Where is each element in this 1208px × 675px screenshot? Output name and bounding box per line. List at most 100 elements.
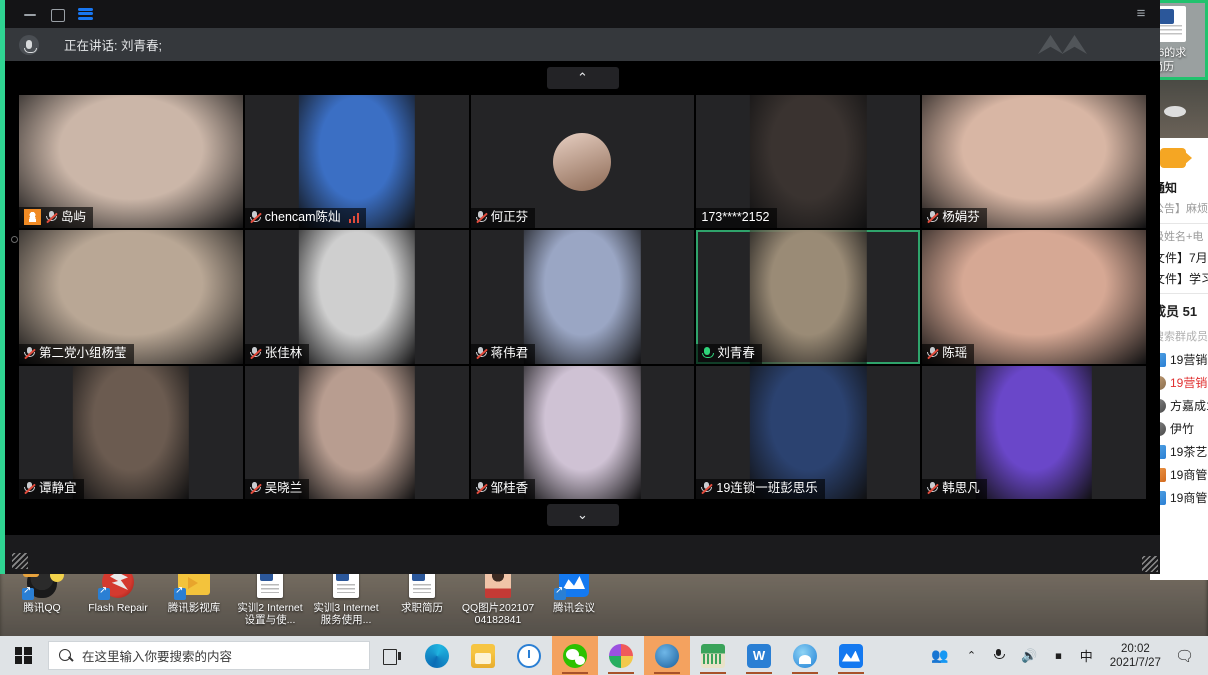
video-tile[interactable]: 第二党小组杨莹 (19, 230, 243, 363)
avatar (553, 133, 611, 191)
video-stream (299, 366, 415, 499)
video-tile[interactable]: 张佳林 (245, 230, 469, 363)
video-tile[interactable]: chencam陈灿 (245, 95, 469, 228)
taskbar-app-green-app[interactable] (690, 636, 736, 675)
mic-muted-icon (927, 482, 938, 495)
windows-logo-icon (15, 647, 32, 664)
taskbar-app-tencent-meeting[interactable] (828, 636, 874, 675)
participant-name: chencam陈灿 (265, 210, 341, 225)
mic-muted-icon (250, 347, 261, 360)
layout-stack-icon[interactable] (77, 7, 94, 22)
video-tile[interactable]: 刘青春 (696, 230, 920, 363)
video-tile[interactable]: 岛屿 (19, 95, 243, 228)
minimize-icon[interactable] (23, 7, 38, 22)
desktop-icon-label: QQ图片20210704182841 (461, 602, 535, 626)
clock[interactable]: 20:02 2021/7/27 (1102, 642, 1169, 670)
qq-member-name: 19茶艺 (1170, 443, 1207, 460)
desktop-icon-label: 实训3 Internet服务使用... (309, 602, 383, 626)
task-view-button[interactable] (370, 636, 414, 675)
video-tile[interactable]: 吴晓兰 (245, 366, 469, 499)
mic-muted-icon (476, 347, 487, 360)
video-tile[interactable]: 蒋伟君 (471, 230, 695, 363)
microphone-icon[interactable] (19, 35, 39, 55)
wifi-icon[interactable]: ⏹ (1046, 636, 1071, 675)
watermark-logo (1038, 35, 1092, 54)
volume-icon[interactable]: 🔊 (1012, 636, 1046, 675)
search-icon (59, 649, 73, 663)
left-edge-handle[interactable] (11, 236, 18, 243)
browser-app-icon (655, 644, 679, 668)
taskbar-app-clock-app[interactable] (506, 636, 552, 675)
video-tile[interactable]: 19连锁一班彭思乐 (696, 366, 920, 499)
video-stream (73, 366, 189, 499)
maximize-icon[interactable] (50, 7, 65, 22)
chevron-up-icon[interactable]: ⌃ (958, 636, 985, 675)
mic-muted-icon (250, 211, 261, 224)
taskbar-app-wechat[interactable] (552, 636, 598, 675)
video-grid: 岛屿 chencam陈灿 何正芬 173****2152 杨娟芬第二党小组杨莹 张佳林 蒋伟… (19, 95, 1146, 499)
taskbar-search-box[interactable]: 在这里输入你要搜索的内容 (48, 641, 370, 670)
microsoft-edge-icon (425, 644, 449, 668)
participant-nametag: 何正芬 (471, 208, 536, 228)
participant-name: 张佳林 (265, 346, 303, 361)
mic-muted-icon (927, 211, 938, 224)
resize-grip-bottom-left[interactable] (12, 553, 28, 569)
microphone-icon[interactable] (985, 636, 1012, 675)
participant-name: 杨娟芬 (942, 210, 980, 225)
taskbar-app-color-app[interactable] (598, 636, 644, 675)
participant-nametag: 第二党小组杨莹 (19, 344, 134, 364)
system-tray: 👥 ⌃ 🔊 ⏹ 中 20:02 2021/7/27 🗨 (922, 636, 1208, 675)
search-placeholder: 在这里输入你要搜索的内容 (82, 646, 232, 665)
signal-strength-icon (349, 213, 360, 223)
video-stream (299, 230, 415, 363)
participant-name: 何正芬 (491, 210, 529, 225)
video-stream (750, 230, 866, 363)
notifications-icon[interactable]: 🗨 (1169, 647, 1204, 665)
tencent-meeting-window: ≡ 正在讲话: 刘青春; ⌃ 岛屿chencam陈灿何正芬173****2152… (0, 0, 1160, 574)
taskbar-app-browser-app[interactable] (644, 636, 690, 675)
mic-muted-icon (250, 482, 261, 495)
video-tile[interactable]: 韩思凡 (922, 366, 1146, 499)
participant-nametag: 张佳林 (245, 344, 310, 364)
menu-icon[interactable]: ≡ (1132, 5, 1150, 23)
scroll-down-button[interactable]: ⌄ (547, 504, 619, 526)
participant-nametag: 陈瑶 (922, 344, 974, 364)
qq-member-name: 19营销 (1170, 374, 1207, 391)
desktop-icon-label: 求职简历 (401, 602, 443, 614)
video-tile[interactable]: 谭静宜 (19, 366, 243, 499)
window-controls (23, 7, 94, 22)
qq-member-name: 伊竹 (1170, 420, 1194, 437)
participant-nametag: 蒋伟君 (471, 344, 536, 364)
taskbar-app-microsoft-edge[interactable] (414, 636, 460, 675)
participant-nametag: 邹桂香 (471, 479, 536, 499)
participant-nametag: 刘青春 (696, 344, 762, 364)
video-grid-container: 岛屿 chencam陈灿 何正芬 173****2152 杨娟芬第二党小组杨莹 张佳林 蒋伟… (5, 95, 1160, 499)
video-call-icon (1160, 148, 1186, 168)
video-tile[interactable]: 陈瑶 (922, 230, 1146, 363)
video-tile[interactable]: 173****2152 (696, 95, 920, 228)
windows-taskbar: 在这里输入你要搜索的内容 W 👥 ⌃ 🔊 ⏹ 中 20:02 2021/7/27… (0, 636, 1208, 675)
file-explorer-icon (471, 644, 495, 668)
video-stream (524, 366, 640, 499)
green-app-icon (701, 644, 725, 668)
word-doc-icon (1156, 6, 1186, 42)
participant-name: 陈瑶 (942, 346, 967, 361)
participant-nametag: 吴晓兰 (245, 479, 310, 499)
video-tile[interactable]: 杨娟芬 (922, 95, 1146, 228)
participant-nametag: chencam陈灿 (245, 208, 366, 228)
people-icon[interactable]: 👥 (922, 636, 957, 675)
taskbar-app-wps-office[interactable]: W (736, 636, 782, 675)
taskbar-app-qq-browser[interactable] (782, 636, 828, 675)
taskbar-app-file-explorer[interactable] (460, 636, 506, 675)
video-tile[interactable]: 何正芬 (471, 95, 695, 228)
ime-indicator[interactable]: 中 (1071, 636, 1102, 675)
video-tile[interactable]: 邹桂香 (471, 366, 695, 499)
mic-muted-icon (701, 482, 712, 495)
scroll-up-button[interactable]: ⌃ (547, 67, 619, 89)
top-strip: ⌃ (5, 61, 1160, 95)
mic-muted-icon (927, 347, 938, 360)
qq-member-name: 19营销 (1170, 351, 1207, 368)
qq-member-name: 19商管 (1170, 466, 1207, 483)
start-button[interactable] (0, 636, 46, 675)
resize-grip[interactable] (1142, 556, 1158, 572)
